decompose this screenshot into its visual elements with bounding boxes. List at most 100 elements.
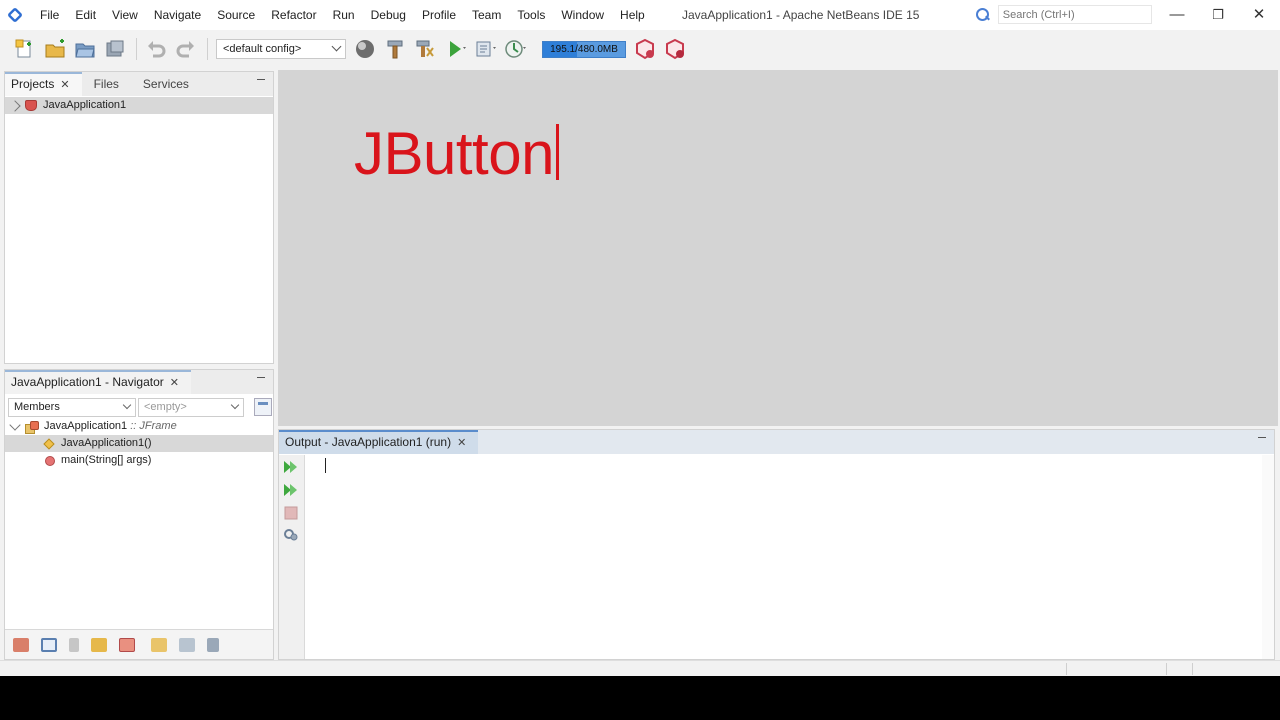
projects-tabbar: Projects ✕ Files Services: [5, 72, 273, 96]
close-icon[interactable]: ✕: [170, 377, 179, 389]
rerun-with-params-icon[interactable]: [283, 483, 299, 497]
inherited-filter-icon[interactable]: [91, 637, 107, 652]
main-toolbar: <default config> 195.1/480.0MB: [0, 30, 1280, 68]
configuration-select[interactable]: <default config>: [216, 39, 346, 59]
navigator-filter-bar: [5, 629, 273, 659]
tree-node-method[interactable]: main(String[] args): [5, 452, 273, 469]
menu-file[interactable]: File: [32, 0, 67, 30]
minimize-window-button[interactable]: —: [1164, 4, 1190, 26]
stop-icon[interactable]: [283, 506, 299, 520]
close-window-button[interactable]: ✕: [1246, 4, 1272, 26]
menu-debug[interactable]: Debug: [363, 0, 414, 30]
globe-icon[interactable]: [354, 38, 376, 60]
expand-icon[interactable]: [9, 99, 21, 112]
output-text-caret: [325, 458, 326, 473]
restore-window-button[interactable]: ❐: [1205, 4, 1231, 26]
tree-node-constructor[interactable]: JavaApplication1(): [5, 435, 273, 452]
redo-icon[interactable]: [175, 38, 197, 60]
sort-by-source-icon[interactable]: [151, 637, 167, 652]
menu-source[interactable]: Source: [209, 0, 263, 30]
clean-build-icon[interactable]: [414, 38, 436, 60]
close-icon[interactable]: ✕: [457, 437, 466, 449]
status-bar: [0, 660, 1280, 676]
members-select-value: Members: [14, 400, 60, 413]
tab-services[interactable]: Services: [131, 72, 201, 96]
tab-output[interactable]: Output - JavaApplication1 (run) ✕: [279, 430, 479, 454]
jframe-form-icon: [25, 420, 39, 434]
class-name: JavaApplication1: [44, 420, 128, 432]
menu-window[interactable]: Window: [553, 0, 612, 30]
settings-icon[interactable]: [283, 528, 299, 542]
menu-edit[interactable]: Edit: [67, 0, 104, 30]
projects-panel: Projects ✕ Files Services JavaApplication…: [4, 71, 274, 364]
menu-profile[interactable]: Profile: [414, 0, 464, 30]
new-project-icon[interactable]: [44, 38, 66, 60]
tab-output-label: Output - JavaApplication1 (run): [285, 435, 452, 449]
menu-run[interactable]: Run: [325, 0, 363, 30]
toolbar-separator: [136, 38, 137, 60]
configure-navigator-button[interactable]: [254, 398, 272, 416]
fields-filter-icon[interactable]: [13, 637, 29, 652]
editor-area[interactable]: JButton: [278, 70, 1278, 426]
output-tabbar: Output - JavaApplication1 (run) ✕: [279, 430, 1274, 454]
search-icon[interactable]: [974, 6, 992, 24]
minimize-panel-button[interactable]: [1258, 437, 1266, 438]
menu-team[interactable]: Team: [464, 0, 509, 30]
status-separator: [1192, 663, 1193, 675]
menu-bar: File Edit View Navigate Source Refactor …: [32, 0, 653, 30]
method-name: main(String[] args): [61, 454, 152, 466]
non-public-filter-icon[interactable]: [69, 637, 79, 652]
tab-projects-label: Projects: [11, 77, 55, 91]
sort-by-name-icon[interactable]: [179, 637, 195, 652]
filter-select-value: <empty>: [144, 400, 187, 413]
minimize-panel-button[interactable]: [257, 377, 265, 378]
tab-navigator-label: JavaApplication1 - Navigator: [11, 375, 164, 389]
close-icon[interactable]: ✕: [60, 79, 69, 91]
chevron-down-icon: [230, 400, 240, 409]
class-filter-icon[interactable]: [119, 637, 135, 652]
static-filter-icon[interactable]: [41, 637, 57, 652]
chevron-down-icon: [122, 400, 132, 409]
memory-usage-label: 195.1/480.0MB: [550, 43, 618, 55]
navigator-tree: JavaApplication1 :: JFrame JavaApplicati…: [5, 418, 273, 469]
netbeans-logo-icon: [7, 7, 23, 23]
tree-node-class[interactable]: JavaApplication1 :: JFrame: [5, 418, 273, 435]
navigator-tabbar: JavaApplication1 - Navigator ✕: [5, 370, 273, 394]
sort-alpha-icon[interactable]: [207, 637, 219, 652]
configuration-value: <default config>: [223, 43, 302, 55]
open-project-icon[interactable]: [74, 38, 96, 60]
close-project-icon[interactable]: [104, 38, 126, 60]
tab-files[interactable]: Files: [82, 72, 131, 96]
tab-projects[interactable]: Projects ✕: [5, 72, 82, 96]
profile-icon[interactable]: [504, 38, 526, 60]
quick-search: [974, 5, 1152, 24]
project-name: JavaApplication1: [43, 99, 127, 111]
undo-icon[interactable]: [145, 38, 167, 60]
run-icon[interactable]: [444, 38, 466, 60]
constructor-icon: [43, 437, 55, 450]
gc-icon[interactable]: [634, 38, 656, 60]
minimize-panel-button[interactable]: [257, 79, 265, 80]
method-icon: [45, 455, 55, 466]
members-select[interactable]: Members: [8, 397, 136, 417]
filter-select[interactable]: <empty>: [138, 397, 244, 417]
rerun-icon[interactable]: [283, 460, 299, 474]
tab-navigator[interactable]: JavaApplication1 - Navigator ✕: [5, 370, 191, 394]
menu-navigate[interactable]: Navigate: [146, 0, 209, 30]
menu-view[interactable]: View: [104, 0, 146, 30]
menu-tools[interactable]: Tools: [509, 0, 553, 30]
profile-snapshot-icon[interactable]: [664, 38, 686, 60]
new-file-icon[interactable]: [14, 38, 36, 60]
projects-tree: JavaApplication1: [5, 97, 273, 114]
class-supertype: :: JFrame: [130, 420, 177, 432]
debug-icon[interactable]: [474, 38, 496, 60]
java-project-icon: [25, 100, 37, 111]
search-input[interactable]: [997, 5, 1152, 24]
build-hammer-icon[interactable]: [384, 38, 406, 60]
tree-node-project[interactable]: JavaApplication1: [5, 97, 273, 114]
menu-refactor[interactable]: Refactor: [263, 0, 324, 30]
collapse-icon[interactable]: [9, 419, 21, 431]
memory-usage-indicator[interactable]: 195.1/480.0MB: [542, 40, 626, 58]
output-scrollbar[interactable]: [1262, 455, 1274, 659]
menu-help[interactable]: Help: [612, 0, 653, 30]
